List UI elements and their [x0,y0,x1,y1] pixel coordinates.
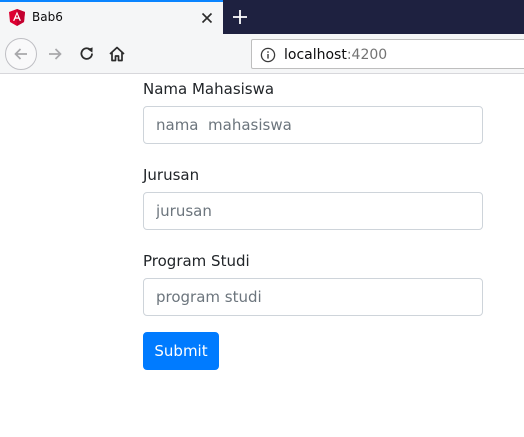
url-text: localhost:4200 [284,46,387,64]
home-icon [109,46,125,62]
angular-logo-icon [9,9,25,26]
close-icon[interactable] [199,10,215,26]
reload-button[interactable] [74,40,100,68]
nama-mahasiswa-label: Nama Mahasiswa [143,80,275,98]
tab-strip: Bab6 [0,0,524,34]
url-host: localhost [284,47,347,63]
page-content: Nama Mahasiswa Jurusan Program Studi Sub… [0,75,524,437]
program-studi-label: Program Studi [143,252,250,270]
forward-arrow-icon [49,48,62,60]
forward-button[interactable] [42,40,68,68]
back-button[interactable] [5,38,37,70]
nama-mahasiswa-input[interactable] [143,106,483,144]
jurusan-input[interactable] [143,192,483,230]
home-button[interactable] [104,40,130,68]
plus-icon[interactable] [230,7,250,27]
browser-tab[interactable]: Bab6 [0,0,223,34]
navigation-toolbar: localhost:4200 [0,34,524,74]
tab-title: Bab6 [32,10,63,24]
reload-icon [80,47,93,60]
program-studi-input[interactable] [143,278,483,316]
url-port: :4200 [346,47,388,63]
submit-button[interactable]: Submit [143,332,219,370]
back-arrow-icon [14,48,27,60]
url-bar[interactable]: localhost:4200 [251,39,524,69]
info-icon[interactable] [260,47,276,63]
jurusan-label: Jurusan [143,166,200,184]
